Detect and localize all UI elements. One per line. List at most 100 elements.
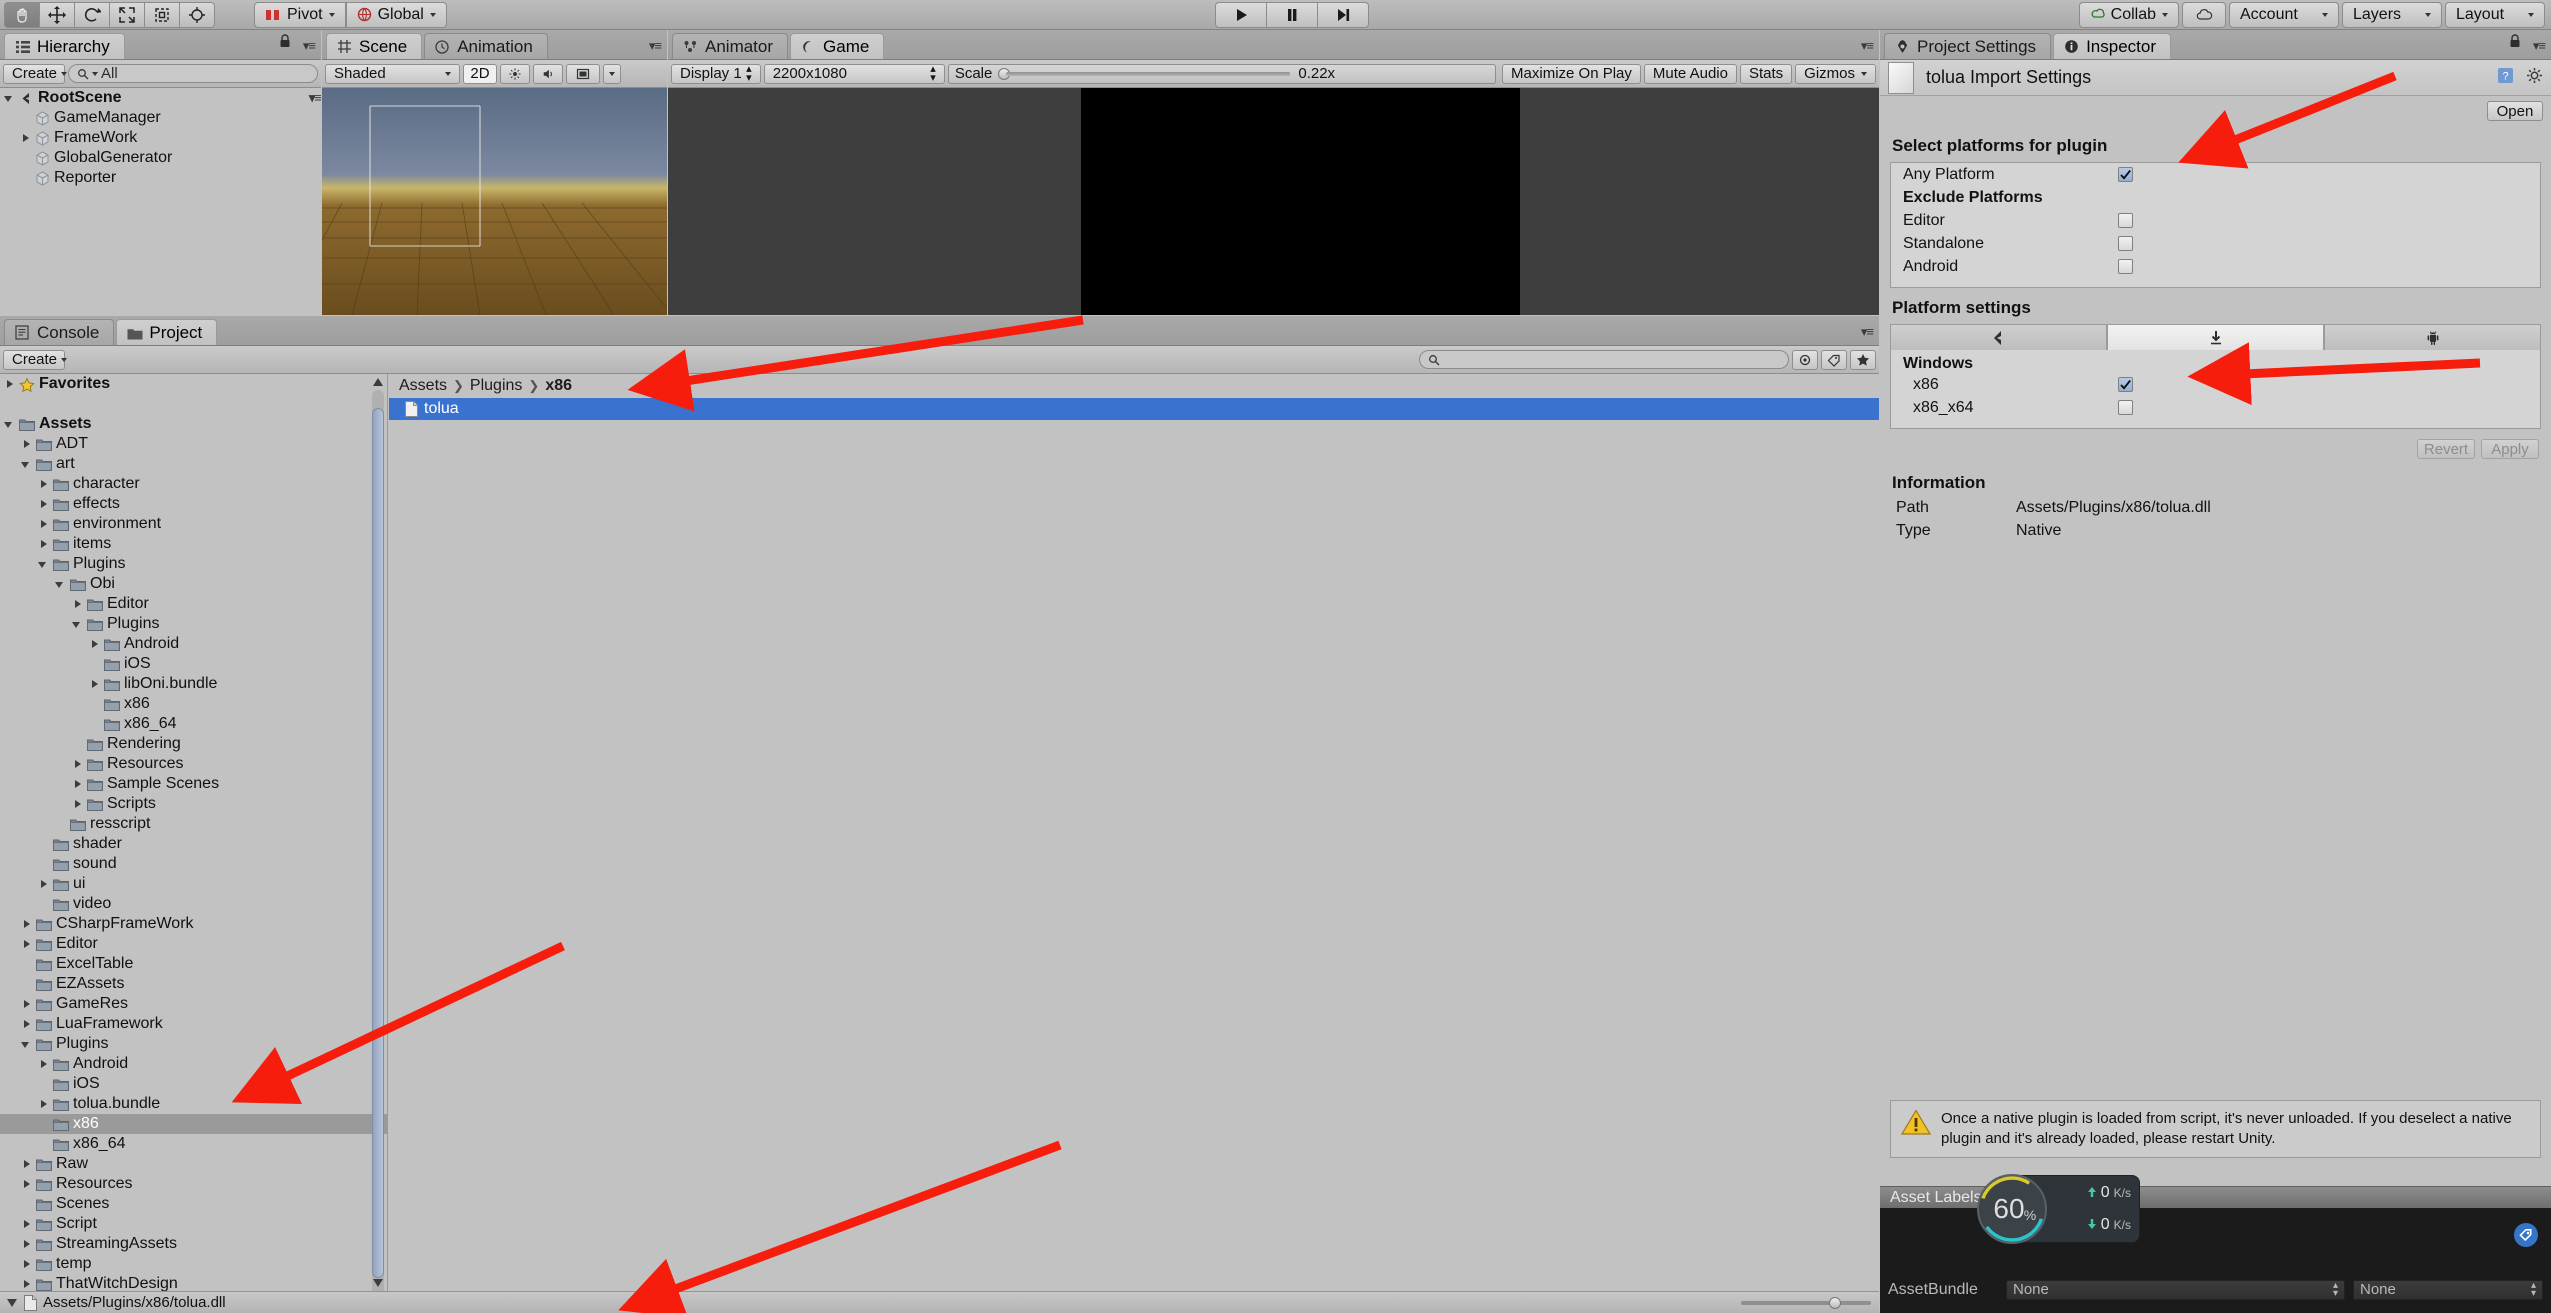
project-tree-item-sound[interactable]: sound bbox=[0, 854, 387, 874]
expand-arrow-closed-icon[interactable] bbox=[21, 1179, 32, 1190]
project-tree-item-ezassets[interactable]: EZAssets bbox=[0, 974, 387, 994]
expand-arrow-closed-icon[interactable] bbox=[4, 379, 15, 390]
windows-row-x86[interactable]: x86 bbox=[1891, 373, 2540, 396]
scroll-down-arrow-icon[interactable] bbox=[372, 1277, 384, 1289]
expand-arrow-open-icon[interactable] bbox=[38, 559, 49, 570]
project-tree-item-temp[interactable]: temp bbox=[0, 1254, 387, 1274]
hierarchy-item-globalgenerator[interactable]: GlobalGenerator bbox=[0, 148, 321, 168]
project-tree-item-luaframework[interactable]: LuaFramework bbox=[0, 1014, 387, 1034]
expand-arrow-closed-icon[interactable] bbox=[38, 519, 49, 530]
expand-arrow-closed-icon[interactable] bbox=[20, 133, 31, 144]
assetbundle-dropdown[interactable]: None ▴ ▾ bbox=[2006, 1279, 2345, 1300]
platform-tab-editor[interactable] bbox=[1890, 324, 2107, 350]
any-platform-row[interactable]: Any Platform bbox=[1891, 163, 2540, 186]
project-tree-item-plugins[interactable]: Plugins bbox=[0, 614, 387, 634]
mode-2d-toggle[interactable]: 2D bbox=[463, 63, 497, 84]
project-tree-item-script[interactable]: Script bbox=[0, 1214, 387, 1234]
expand-arrow-closed-icon[interactable] bbox=[21, 439, 32, 450]
project-filter-type-icon[interactable] bbox=[1792, 349, 1818, 370]
expand-arrow-closed-icon[interactable] bbox=[21, 919, 32, 930]
scene-effects-caret[interactable] bbox=[603, 63, 621, 84]
project-tree-item-environment[interactable]: environment bbox=[0, 514, 387, 534]
step-button[interactable] bbox=[1317, 1, 1369, 28]
project-tree-item-exceltable[interactable]: ExcelTable bbox=[0, 954, 387, 974]
hierarchy-tree[interactable]: RootScene ▾≡ GameManager FrameWork GlobalGen… bbox=[0, 88, 321, 188]
project-asset-list[interactable]: Assets ❯ Plugins ❯ x86 tolua bbox=[389, 374, 1879, 1291]
project-tree-item-editor[interactable]: Editor bbox=[0, 934, 387, 954]
scene-row-menu-icon[interactable]: ▾≡ bbox=[309, 90, 321, 106]
project-tree-item-character[interactable]: character bbox=[0, 474, 387, 494]
project-tree-item-video[interactable]: video bbox=[0, 894, 387, 914]
expand-arrow-closed-icon[interactable] bbox=[21, 999, 32, 1010]
gizmos-button[interactable]: Gizmos bbox=[1795, 63, 1876, 84]
asset-zoom-slider[interactable] bbox=[1741, 1296, 1871, 1309]
transform-tool-icon[interactable] bbox=[179, 1, 215, 28]
expand-arrow-closed-icon[interactable] bbox=[72, 799, 83, 810]
project-tree-item-plugins[interactable]: Plugins bbox=[0, 554, 387, 574]
expand-arrow-closed-icon[interactable] bbox=[21, 1259, 32, 1270]
windows-row-x86_x64[interactable]: x86_x64 bbox=[1891, 396, 2540, 419]
project-tree-item-ui[interactable]: ui bbox=[0, 874, 387, 894]
expand-arrow-closed-icon[interactable] bbox=[21, 1279, 32, 1290]
project-folder-tree[interactable]: Favorites Assets ADT art character effects env… bbox=[0, 374, 388, 1291]
display-dropdown[interactable]: Display 1 ▴ ▾ bbox=[671, 63, 761, 84]
exclude-row-standalone[interactable]: Standalone bbox=[1891, 232, 2540, 255]
project-tree-item-favorites[interactable]: Favorites bbox=[0, 374, 387, 394]
rect-tool-icon[interactable] bbox=[144, 1, 180, 28]
hierarchy-create-button[interactable]: Create bbox=[3, 63, 68, 84]
asset-rows[interactable]: tolua bbox=[389, 398, 1879, 1270]
breadcrumb-assets[interactable]: Assets bbox=[399, 377, 447, 395]
expand-arrow-closed-icon[interactable] bbox=[21, 939, 32, 950]
scale-tool-icon[interactable] bbox=[109, 1, 145, 28]
checkbox[interactable] bbox=[2118, 236, 2133, 251]
hierarchy-item-reporter[interactable]: Reporter bbox=[0, 168, 321, 188]
status-expand-icon[interactable] bbox=[6, 1298, 18, 1307]
inspector-menu-icon[interactable]: ▾≡ bbox=[2533, 38, 2546, 54]
project-tree-item-shader[interactable]: shader bbox=[0, 834, 387, 854]
expand-arrow-closed-icon[interactable] bbox=[38, 499, 49, 510]
project-tree-item-ios[interactable]: iOS bbox=[0, 654, 387, 674]
project-tree-item-adt[interactable]: ADT bbox=[0, 434, 387, 454]
exclude-row-android[interactable]: Android bbox=[1891, 255, 2540, 278]
hand-tool-icon[interactable] bbox=[4, 1, 40, 28]
project-tree-item-plugins[interactable]: Plugins bbox=[0, 1034, 387, 1054]
tab-hierarchy[interactable]: Hierarchy bbox=[4, 33, 125, 59]
scroll-up-arrow-icon[interactable] bbox=[372, 376, 384, 388]
checkbox[interactable] bbox=[2118, 400, 2133, 415]
game-viewport[interactable] bbox=[668, 88, 1879, 315]
expand-arrow-closed-icon[interactable] bbox=[21, 1239, 32, 1250]
account-button[interactable]: Account bbox=[2229, 1, 2339, 28]
inspector-lock-icon[interactable] bbox=[2509, 33, 2521, 53]
stats-button[interactable]: Stats bbox=[1739, 63, 1793, 84]
rotate-tool-icon[interactable] bbox=[74, 1, 110, 28]
project-tree-item-x86[interactable]: x86 bbox=[0, 694, 387, 714]
project-tree-item-thatwitchdesign[interactable]: ThatWitchDesign bbox=[0, 1274, 387, 1291]
pivot-button[interactable]: Pivot bbox=[254, 1, 346, 28]
tab-inspector[interactable]: Inspector bbox=[2053, 33, 2171, 59]
tab-scene[interactable]: Scene bbox=[326, 33, 423, 59]
expand-arrow-closed-icon[interactable] bbox=[89, 639, 100, 650]
expand-arrow-open-icon[interactable] bbox=[55, 579, 66, 590]
mute-audio-button[interactable]: Mute Audio bbox=[1643, 63, 1737, 84]
expand-arrow-open-icon[interactable] bbox=[21, 459, 32, 470]
project-tree-item-scenes[interactable]: Scenes bbox=[0, 1194, 387, 1214]
project-favorite-icon[interactable] bbox=[1850, 349, 1876, 370]
hierarchy-item-framework[interactable]: FrameWork bbox=[0, 128, 321, 148]
tab-animator[interactable]: Animator bbox=[672, 33, 789, 59]
hierarchy-search-input[interactable]: All bbox=[68, 64, 318, 83]
hierarchy-lock-icon[interactable] bbox=[279, 33, 291, 53]
hierarchy-item-gamemanager[interactable]: GameManager bbox=[0, 108, 321, 128]
project-search-input[interactable] bbox=[1419, 350, 1789, 369]
expand-arrow-open-icon[interactable] bbox=[21, 1039, 32, 1050]
project-tree-item-raw[interactable]: Raw bbox=[0, 1154, 387, 1174]
gear-icon[interactable] bbox=[2526, 67, 2543, 89]
checkbox[interactable] bbox=[2118, 213, 2133, 228]
expand-arrow-closed-icon[interactable] bbox=[38, 479, 49, 490]
hierarchy-root-row[interactable]: RootScene ▾≡ bbox=[0, 88, 321, 108]
breadcrumb-x86[interactable]: x86 bbox=[545, 377, 572, 395]
expand-arrow-open-icon[interactable] bbox=[72, 619, 83, 630]
expand-arrow-open-icon[interactable] bbox=[4, 419, 15, 430]
project-tree-item-streamingassets[interactable]: StreamingAssets bbox=[0, 1234, 387, 1254]
project-tree-item-resscript[interactable]: resscript bbox=[0, 814, 387, 834]
play-button[interactable] bbox=[1215, 1, 1267, 28]
